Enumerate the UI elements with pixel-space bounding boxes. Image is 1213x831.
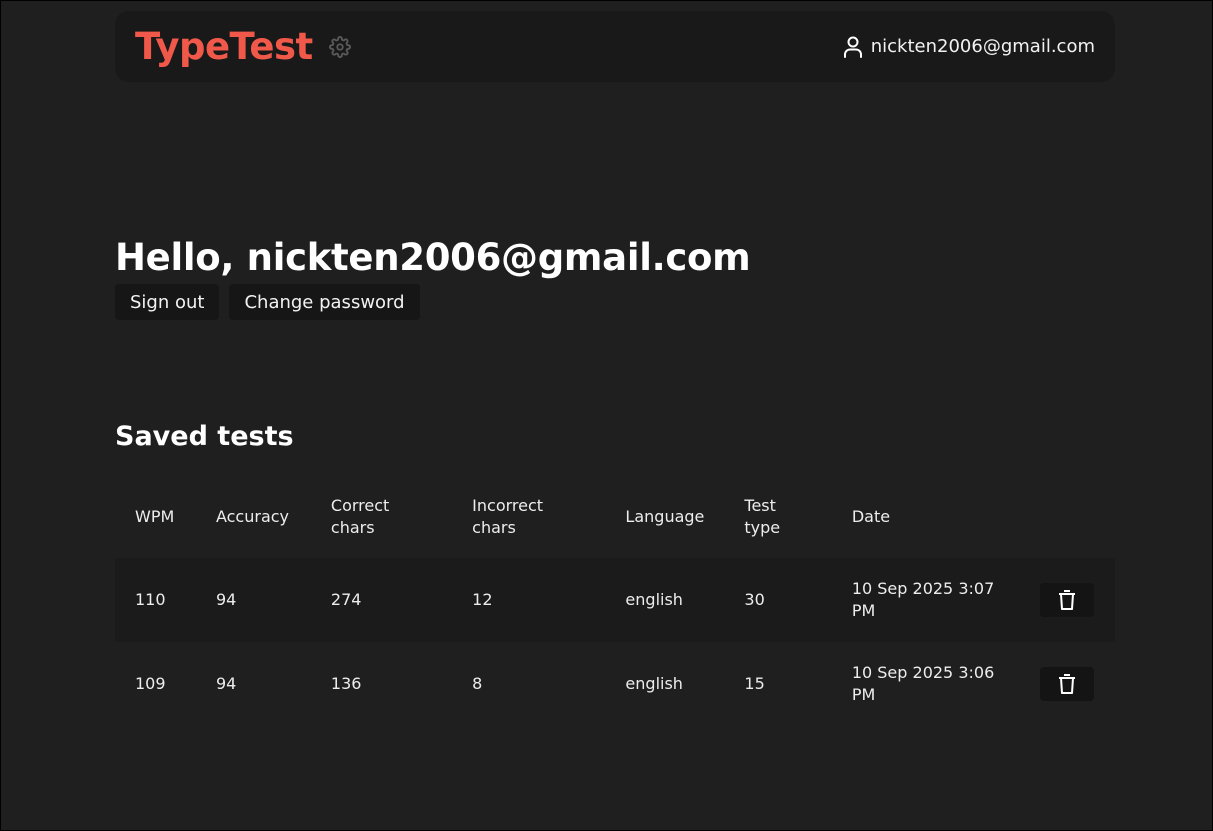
navbar: TypeTest nickten2006@gmail.com	[115, 11, 1115, 82]
header-test-type: Test type	[744, 496, 781, 537]
account-email: nickten2006@gmail.com	[870, 36, 1095, 57]
cell-actions	[1020, 642, 1115, 726]
logo[interactable]: TypeTest	[135, 28, 313, 65]
gear-icon	[328, 35, 351, 58]
header-wpm: WPM	[135, 507, 175, 526]
saved-tests-table: WPM Accuracy Correct chars Incorrect cha…	[115, 476, 1115, 726]
cell-accuracy: 94	[215, 590, 237, 609]
header-correct-chars: Correct chars	[330, 496, 390, 537]
cell-correct-chars: 274	[330, 590, 362, 609]
delete-test-button[interactable]	[1039, 583, 1094, 617]
cell-wpm: 110	[135, 590, 166, 609]
cell-test-type: 30	[744, 590, 765, 609]
cell-wpm: 109	[135, 674, 166, 693]
cell-language: english	[625, 590, 683, 609]
cell-correct-chars: 136	[330, 674, 362, 693]
cell-date: 10 Sep 2025 3:07 PM	[851, 579, 995, 620]
delete-test-button[interactable]	[1039, 667, 1094, 701]
change-password-button[interactable]: Change password	[229, 284, 420, 320]
table-row: 109 94 136 8 english 15 10 Sep 2025 3:06…	[115, 642, 1115, 726]
header-language: Language	[625, 507, 705, 526]
user-icon	[843, 36, 862, 58]
account-link[interactable]: nickten2006@gmail.com	[843, 36, 1095, 58]
cell-accuracy: 94	[215, 674, 237, 693]
table-row: 110 94 274 12 english 30 10 Sep 2025 3:0…	[115, 558, 1115, 642]
header-accuracy: Accuracy	[215, 507, 290, 526]
account-actions: Sign out Change password	[115, 284, 420, 320]
header-date: Date	[851, 507, 891, 526]
cell-incorrect-chars: 12	[472, 590, 493, 609]
sign-out-button[interactable]: Sign out	[115, 284, 220, 320]
cell-incorrect-chars: 8	[472, 674, 483, 693]
cell-test-type: 15	[744, 674, 765, 693]
cell-language: english	[625, 674, 683, 693]
cell-date: 10 Sep 2025 3:06 PM	[851, 663, 995, 704]
trash-icon	[1058, 590, 1075, 610]
greeting-heading: Hello, nickten2006@gmail.com	[115, 236, 751, 279]
brand: TypeTest	[135, 28, 353, 65]
header-incorrect-chars: Incorrect chars	[472, 496, 544, 537]
header-actions	[1020, 476, 1115, 558]
saved-tests-title: Saved tests	[115, 421, 294, 452]
table-header-row: WPM Accuracy Correct chars Incorrect cha…	[115, 476, 1115, 558]
settings-button[interactable]	[327, 34, 353, 60]
cell-actions	[1020, 558, 1115, 642]
trash-icon	[1058, 674, 1075, 694]
